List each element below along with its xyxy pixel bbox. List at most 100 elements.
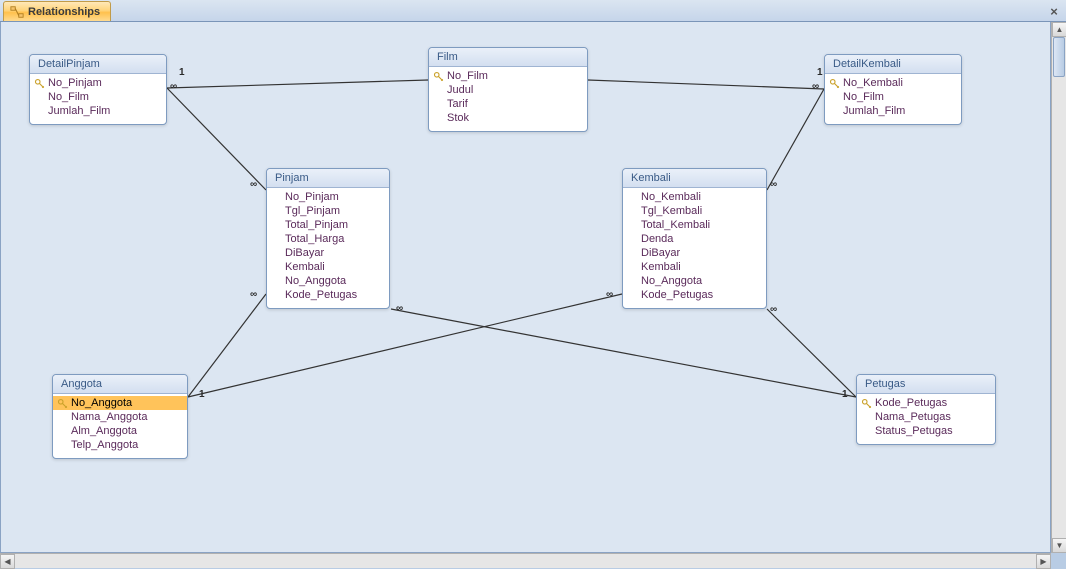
scroll-track[interactable]: [1052, 37, 1066, 538]
field-row[interactable]: No_Anggota: [623, 274, 766, 288]
field-label: Total_Harga: [285, 233, 344, 245]
field-list: No_AnggotaNama_AnggotaAlm_AnggotaTelp_An…: [53, 394, 187, 458]
field-label: Tgl_Kembali: [641, 205, 702, 217]
table-title[interactable]: Petugas: [857, 375, 995, 394]
scroll-track[interactable]: [15, 554, 1036, 568]
table-title[interactable]: Pinjam: [267, 169, 389, 188]
field-label: Tarif: [447, 98, 468, 110]
field-label: Total_Kembali: [641, 219, 710, 231]
field-label: No_Kembali: [641, 191, 701, 203]
field-row[interactable]: Kembali: [623, 260, 766, 274]
field-label: Telp_Anggota: [71, 439, 138, 451]
field-row[interactable]: Kode_Petugas: [267, 288, 389, 302]
field-label: Total_Pinjam: [285, 219, 348, 231]
field-row[interactable]: No_Pinjam: [30, 76, 166, 90]
field-row[interactable]: No_Film: [30, 90, 166, 104]
field-row[interactable]: Alm_Anggota: [53, 424, 187, 438]
table-title[interactable]: DetailPinjam: [30, 55, 166, 74]
field-row[interactable]: DiBayar: [623, 246, 766, 260]
field-row[interactable]: Nama_Petugas: [857, 410, 995, 424]
field-row[interactable]: Kode_Petugas: [623, 288, 766, 302]
field-label: No_Kembali: [843, 77, 903, 89]
table-title[interactable]: Film: [429, 48, 587, 67]
field-label: No_Film: [843, 91, 884, 103]
field-label: Kode_Petugas: [875, 397, 947, 409]
scroll-down-button[interactable]: ▼: [1052, 538, 1066, 553]
field-label: Jumlah_Film: [48, 105, 110, 117]
table-anggota[interactable]: Anggota No_AnggotaNama_AnggotaAlm_Anggot…: [52, 374, 188, 459]
scroll-thumb[interactable]: [1053, 37, 1065, 77]
field-row[interactable]: Kode_Petugas: [857, 396, 995, 410]
field-row[interactable]: Judul: [429, 83, 587, 97]
card-many: ∞: [249, 180, 258, 190]
field-row[interactable]: Total_Pinjam: [267, 218, 389, 232]
tab-relationships[interactable]: Relationships: [3, 1, 111, 21]
vertical-scrollbar[interactable]: ▲ ▼: [1051, 22, 1066, 553]
field-row[interactable]: No_Anggota: [53, 396, 187, 410]
card-many: ∞: [769, 180, 778, 190]
field-label: Kembali: [285, 261, 325, 273]
field-label: Kembali: [641, 261, 681, 273]
field-row[interactable]: Stok: [429, 111, 587, 125]
field-row[interactable]: No_Kembali: [825, 76, 961, 90]
table-detailkembali[interactable]: DetailKembali No_Kembali No_Film Jumlah_Fi…: [824, 54, 962, 125]
relationships-canvas[interactable]: 1 ∞ 1 ∞ 1 ∞ 1 ∞ 1 ∞ ∞ 1 ∞ ∞ DetailPinjam…: [1, 22, 1050, 552]
field-row[interactable]: No_Anggota: [267, 274, 389, 288]
field-label: DiBayar: [285, 247, 324, 259]
scroll-up-button[interactable]: ▲: [1052, 22, 1066, 37]
table-pinjam[interactable]: Pinjam No_PinjamTgl_Pinjam Total_Pinjam To…: [266, 168, 390, 309]
close-button[interactable]: ×: [1046, 3, 1062, 19]
field-label: Denda: [641, 233, 673, 245]
field-row[interactable]: Nama_Anggota: [53, 410, 187, 424]
table-title[interactable]: Anggota: [53, 375, 187, 394]
table-film[interactable]: Film No_Film Judul TarifStok: [428, 47, 588, 132]
field-list: No_PinjamTgl_Pinjam Total_Pinjam Total_Har…: [267, 188, 389, 308]
field-row[interactable]: No_Film: [429, 69, 587, 83]
field-row[interactable]: Kembali: [267, 260, 389, 274]
table-title[interactable]: DetailKembali: [825, 55, 961, 74]
field-row[interactable]: Jumlah_Film: [825, 104, 961, 118]
field-label: No_Anggota: [285, 275, 346, 287]
card-many: ∞: [395, 304, 404, 314]
tab-label: Relationships: [28, 6, 100, 18]
field-label: Judul: [447, 84, 473, 96]
card-many: ∞: [811, 82, 820, 92]
table-petugas[interactable]: Petugas Kode_PetugasNama_PetugasStatus_P…: [856, 374, 996, 445]
card-one: 1: [816, 68, 824, 78]
field-label: No_Anggota: [71, 397, 132, 409]
field-row[interactable]: No_Film: [825, 90, 961, 104]
field-row[interactable]: Total_Harga: [267, 232, 389, 246]
card-one: 1: [178, 68, 186, 78]
table-title[interactable]: Kembali: [623, 169, 766, 188]
table-detailpinjam[interactable]: DetailPinjam No_PinjamNo_FilmJumlah_Film: [29, 54, 167, 125]
field-row[interactable]: No_Pinjam: [267, 190, 389, 204]
card-many: ∞: [249, 290, 258, 300]
field-list: No_Film Judul TarifStok: [429, 67, 587, 131]
primary-key-icon: [829, 78, 841, 90]
field-row[interactable]: Total_Kembali: [623, 218, 766, 232]
field-row[interactable]: Tgl_Kembali: [623, 204, 766, 218]
field-row[interactable]: Tgl_Pinjam: [267, 204, 389, 218]
field-row[interactable]: Jumlah_Film: [30, 104, 166, 118]
field-label: Jumlah_Film: [843, 105, 905, 117]
field-list: No_PinjamNo_FilmJumlah_Film: [30, 74, 166, 124]
card-one: 1: [841, 390, 849, 400]
field-row[interactable]: DiBayar: [267, 246, 389, 260]
field-label: Kode_Petugas: [285, 289, 357, 301]
field-label: Tgl_Pinjam: [285, 205, 340, 217]
field-row[interactable]: Status_Petugas: [857, 424, 995, 438]
primary-key-icon: [34, 78, 46, 90]
scroll-left-button[interactable]: ◀: [0, 554, 15, 569]
field-row[interactable]: Tarif: [429, 97, 587, 111]
field-row[interactable]: Telp_Anggota: [53, 438, 187, 452]
field-label: No_Film: [447, 70, 488, 82]
field-label: No_Anggota: [641, 275, 702, 287]
table-kembali[interactable]: Kembali No_Kembali Tgl_Kembali Total_Kemba…: [622, 168, 767, 309]
field-row[interactable]: Denda: [623, 232, 766, 246]
horizontal-scrollbar[interactable]: ◀ ▶: [0, 553, 1051, 568]
field-label: No_Pinjam: [48, 77, 102, 89]
scroll-right-button[interactable]: ▶: [1036, 554, 1051, 569]
field-row[interactable]: No_Kembali: [623, 190, 766, 204]
field-label: DiBayar: [641, 247, 680, 259]
primary-key-icon: [433, 71, 445, 83]
